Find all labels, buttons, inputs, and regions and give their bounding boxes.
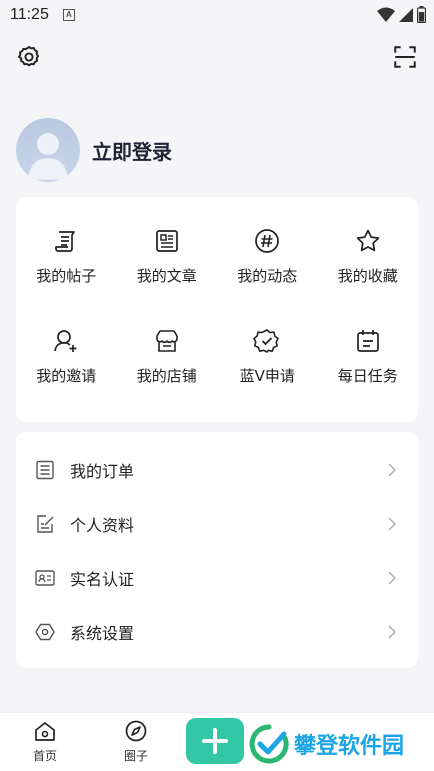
grid-item-my-invites[interactable]: 我的邀请 — [16, 327, 117, 427]
profile-header[interactable]: 立即登录 — [16, 118, 172, 182]
publish-fab-button[interactable] — [186, 718, 244, 764]
signal-icon — [399, 7, 413, 22]
edit-profile-icon — [37, 515, 54, 533]
calendar-task-icon — [356, 330, 379, 352]
default-avatar-icon — [28, 133, 68, 180]
grid-row-1: 我的帖子 我的文章 我的动态 我的收藏 — [16, 227, 418, 327]
grid-label: 我的动态 — [237, 267, 298, 285]
watermark: 攀登软件园 — [248, 720, 434, 768]
grid-item-blue-v-apply[interactable]: 蓝V申请 — [217, 327, 318, 427]
top-bar — [0, 44, 434, 74]
chevron-right-icon — [388, 517, 396, 531]
grid-label: 蓝V申请 — [239, 367, 295, 385]
chevron-right-icon — [388, 571, 396, 585]
tab-label: 圈子 — [123, 749, 148, 763]
grid-item-my-posts[interactable]: 我的帖子 — [16, 227, 117, 327]
chevron-right-icon — [388, 625, 396, 639]
grid-item-my-moments[interactable]: 我的动态 — [217, 227, 318, 327]
grid-item-my-favorites[interactable]: 我的收藏 — [318, 227, 419, 327]
grid-label: 我的收藏 — [337, 267, 398, 285]
gear-icon[interactable] — [16, 44, 42, 70]
menu-item-my-orders[interactable]: 我的订单 — [16, 443, 418, 497]
id-card-icon — [35, 570, 55, 586]
menu-item-system-settings[interactable]: 系统设置 — [16, 605, 418, 659]
status-time: 11:25 — [10, 6, 49, 23]
post-icon — [55, 231, 76, 252]
tab-circle[interactable]: 圈子 — [111, 719, 161, 764]
order-list-icon — [36, 460, 54, 480]
grid-item-daily-tasks[interactable]: 每日任务 — [318, 327, 419, 427]
menu-label: 实名认证 — [70, 570, 135, 589]
grid-label: 我的帖子 — [36, 267, 97, 285]
avatar[interactable] — [16, 118, 80, 182]
tab-home[interactable]: 首页 — [20, 719, 70, 764]
menu-item-real-name[interactable]: 实名认证 — [16, 551, 418, 605]
menu-item-profile[interactable]: 个人资料 — [16, 497, 418, 551]
tab-label: 首页 — [32, 749, 57, 763]
battery-icon — [417, 6, 426, 23]
menu-label: 系统设置 — [70, 624, 135, 643]
grid-item-my-articles[interactable]: 我的文章 — [117, 227, 218, 327]
grid-item-my-store[interactable]: 我的店铺 — [117, 327, 218, 427]
compass-icon — [125, 720, 147, 742]
grid-row-2: 我的邀请 我的店铺 蓝V申请 每日任务 — [16, 327, 418, 427]
chevron-right-icon — [388, 463, 396, 477]
hashtag-icon — [255, 229, 280, 253]
checkmark-logo-icon — [249, 724, 289, 764]
grid-label: 每日任务 — [337, 367, 398, 385]
shortcut-grid-card: 我的帖子 我的文章 我的动态 我的收藏 我的邀请 我的店铺 蓝V申请 每日任务 — [16, 197, 418, 422]
article-icon — [155, 230, 178, 252]
hexagon-settings-icon — [35, 623, 55, 641]
verified-badge-icon — [253, 329, 280, 353]
notification-icon: A — [62, 9, 75, 21]
scan-icon[interactable] — [392, 44, 418, 70]
invite-user-icon — [54, 330, 77, 352]
home-icon — [35, 722, 55, 741]
plus-icon — [202, 728, 228, 754]
menu-label: 我的订单 — [70, 462, 135, 481]
grid-label: 我的文章 — [136, 267, 197, 285]
login-label[interactable]: 立即登录 — [92, 136, 172, 165]
store-icon — [155, 330, 178, 352]
grid-label: 我的邀请 — [36, 367, 97, 385]
grid-label: 我的店铺 — [136, 367, 197, 385]
menu-card: 我的订单 个人资料 实名认证 系统设置 — [16, 432, 418, 668]
wifi-icon — [377, 7, 395, 22]
menu-label: 个人资料 — [70, 516, 135, 535]
watermark-text: 攀登软件园 — [294, 734, 405, 759]
status-icons — [377, 6, 426, 23]
star-icon — [356, 229, 379, 252]
status-bar: 11:25 A — [0, 0, 434, 30]
